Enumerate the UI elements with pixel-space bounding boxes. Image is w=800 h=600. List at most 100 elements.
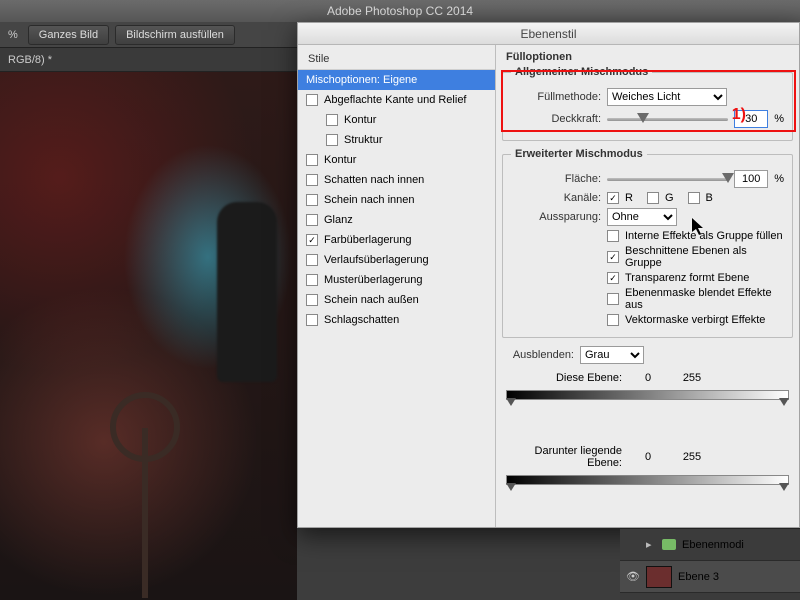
this-layer-range[interactable] — [506, 388, 789, 437]
layer-thumbnail — [646, 566, 672, 588]
style-checkbox[interactable] — [326, 114, 338, 126]
knockout-label: Aussparung: — [511, 211, 601, 223]
zoom-pct: % — [4, 29, 22, 41]
photo-figure — [217, 202, 277, 382]
folder-icon — [662, 539, 676, 550]
style-item[interactable]: Abgeflachte Kante und Relief — [298, 90, 495, 110]
advanced-checkbox[interactable] — [607, 230, 619, 242]
style-item-label: Mischoptionen: Eigene — [306, 74, 417, 86]
layers-panel: ▸ Ebenenmodi Ebene 3 — [620, 528, 800, 600]
layer-row[interactable]: Ebene 3 — [620, 561, 800, 593]
document-canvas[interactable] — [0, 72, 297, 600]
annotation-label: 1) — [732, 106, 746, 124]
style-checkbox[interactable] — [306, 294, 318, 306]
style-item-label: Glanz — [324, 214, 353, 226]
general-blend-group: Allgemeiner Mischmodus Füllmethode: Weic… — [502, 66, 793, 141]
styles-list: Stile Mischoptionen: Eigene Abgeflachte K… — [298, 45, 496, 527]
this-layer-hi: 255 — [674, 372, 710, 384]
advanced-check-label: Transparenz formt Ebene — [625, 272, 749, 284]
layer-group-name: Ebenenmodi — [682, 539, 744, 551]
style-item-label: Schein nach innen — [324, 194, 415, 206]
fill-options-heading: Fülloptionen — [506, 51, 793, 63]
opacity-label: Deckkraft: — [511, 113, 601, 125]
style-item-label: Abgeflachte Kante und Relief — [324, 94, 467, 106]
style-item-label: Schlagschatten — [324, 314, 399, 326]
style-checkbox[interactable] — [306, 214, 318, 226]
style-item[interactable]: Struktur — [298, 130, 495, 150]
disclosure-icon[interactable]: ▸ — [646, 538, 656, 551]
style-item[interactable]: Verlaufsüberlagerung — [298, 250, 495, 270]
advanced-check-label: Ebenenmaske blendet Effekte aus — [625, 287, 784, 311]
style-item-label: Schein nach außen — [324, 294, 419, 306]
advanced-check-label: Interne Effekte als Gruppe füllen — [625, 230, 783, 242]
opacity-slider[interactable] — [607, 111, 728, 127]
style-checkbox[interactable] — [306, 314, 318, 326]
style-item[interactable]: Farbüberlagerung — [298, 230, 495, 250]
style-item[interactable]: Glanz — [298, 210, 495, 230]
advanced-blend-legend: Erweiterter Mischmodus — [511, 148, 647, 160]
style-item-label: Schatten nach innen — [324, 174, 424, 186]
layer-group-row[interactable]: ▸ Ebenenmodi — [620, 529, 800, 561]
this-layer-lo: 0 — [630, 372, 666, 384]
styles-header: Stile — [298, 49, 495, 70]
style-item-label: Musterüberlagerung — [324, 274, 422, 286]
knockout-select[interactable]: Ohne — [607, 208, 677, 226]
fill-slider[interactable] — [607, 171, 728, 187]
fill-input[interactable] — [734, 170, 768, 188]
style-item[interactable]: Schein nach innen — [298, 190, 495, 210]
style-checkbox[interactable] — [306, 274, 318, 286]
style-item-label: Farbüberlagerung — [324, 234, 411, 246]
blend-mode-label: Füllmethode: — [511, 91, 601, 103]
fit-screen-button[interactable]: Ganzes Bild — [28, 25, 109, 45]
fill-label: Fläche: — [511, 173, 601, 185]
app-titlebar: Adobe Photoshop CC 2014 — [0, 0, 800, 22]
style-checkbox[interactable] — [306, 194, 318, 206]
this-layer-label: Diese Ebene: — [502, 372, 622, 384]
channel-b-checkbox[interactable] — [688, 192, 700, 204]
under-layer-label: Darunter liegende Ebene: — [502, 445, 622, 469]
style-checkbox[interactable] — [306, 174, 318, 186]
style-checkbox[interactable] — [306, 254, 318, 266]
blend-mode-select[interactable]: Weiches Licht — [607, 88, 727, 106]
style-item[interactable]: Mischoptionen: Eigene — [298, 70, 495, 90]
advanced-checkbox[interactable] — [607, 293, 619, 305]
style-item[interactable]: Schatten nach innen — [298, 170, 495, 190]
channels-label: Kanäle: — [511, 192, 601, 204]
style-item[interactable]: Kontur — [298, 110, 495, 130]
blendif-label: Ausblenden: — [502, 349, 574, 361]
advanced-blend-group: Erweiterter Mischmodus Fläche: % Kanäle:… — [502, 148, 793, 338]
style-item-label: Kontur — [344, 114, 376, 126]
advanced-check-row: Transparenz formt Ebene — [607, 272, 784, 284]
style-checkbox[interactable] — [306, 154, 318, 166]
channel-g-checkbox[interactable] — [647, 192, 659, 204]
style-checkbox[interactable] — [306, 94, 318, 106]
channel-r-checkbox[interactable] — [607, 192, 619, 204]
style-checkbox[interactable] — [326, 134, 338, 146]
style-item[interactable]: Musterüberlagerung — [298, 270, 495, 290]
visibility-icon[interactable] — [626, 538, 640, 552]
fill-screen-button[interactable]: Bildschirm ausfüllen — [115, 25, 235, 45]
advanced-check-label: Vektormaske verbirgt Effekte — [625, 314, 765, 326]
advanced-check-row: Interne Effekte als Gruppe füllen — [607, 230, 784, 242]
style-item[interactable]: Kontur — [298, 150, 495, 170]
photo-prop — [110, 392, 180, 462]
channel-g-label: G — [665, 192, 674, 204]
blend-options-panel: Fülloptionen Allgemeiner Mischmodus Füll… — [496, 45, 799, 527]
under-layer-lo: 0 — [630, 451, 666, 463]
under-layer-range[interactable] — [506, 473, 789, 522]
style-item-label: Kontur — [324, 154, 356, 166]
opacity-pct: % — [774, 113, 784, 125]
advanced-checkbox[interactable] — [607, 314, 619, 326]
advanced-check-row: Beschnittene Ebenen als Gruppe — [607, 245, 784, 269]
blendif-select[interactable]: Grau — [580, 346, 644, 364]
style-item[interactable]: Schlagschatten — [298, 310, 495, 330]
style-item-label: Struktur — [344, 134, 383, 146]
channel-b-label: B — [706, 192, 713, 204]
advanced-checkbox[interactable] — [607, 251, 619, 263]
fill-pct: % — [774, 173, 784, 185]
visibility-icon[interactable] — [626, 570, 640, 584]
advanced-checkbox[interactable] — [607, 272, 619, 284]
style-item[interactable]: Schein nach außen — [298, 290, 495, 310]
style-checkbox[interactable] — [306, 234, 318, 246]
advanced-check-row: Ebenenmaske blendet Effekte aus — [607, 287, 784, 311]
